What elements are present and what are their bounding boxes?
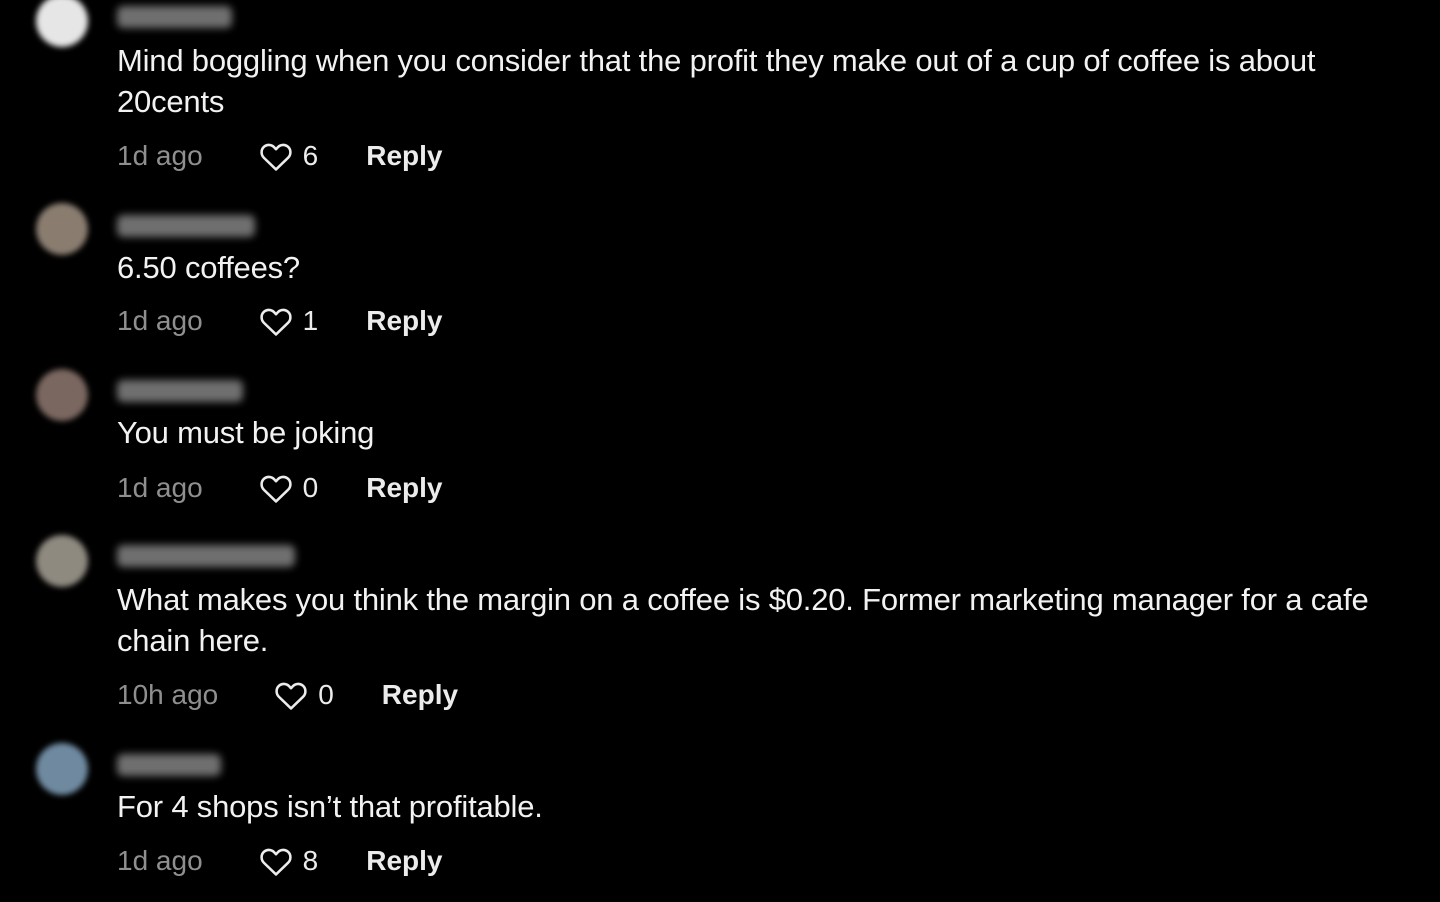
comment-timestamp: 1d ago [117, 472, 203, 503]
like-count: 6 [302, 140, 319, 171]
comment-meta: 1d ago 1 Reply [117, 304, 442, 338]
like-button[interactable]: 8 [259, 845, 319, 877]
comment-meta: 1d ago 8 Reply [117, 844, 442, 878]
avatar[interactable] [36, 743, 88, 795]
heart-outline-icon [259, 848, 292, 876]
comment-meta: 10h ago 0 Reply [117, 678, 458, 712]
username-redacted[interactable] [117, 754, 221, 776]
comment-text: You must be joking [117, 415, 375, 450]
like-count: 0 [302, 472, 319, 503]
heart-outline-icon [259, 308, 292, 336]
like-button[interactable]: 1 [259, 305, 319, 337]
username-redacted[interactable] [117, 545, 295, 567]
heart-outline-icon [259, 475, 292, 503]
reply-button[interactable]: Reply [366, 305, 442, 337]
like-count: 0 [318, 679, 334, 710]
reply-button[interactable]: Reply [366, 140, 442, 172]
avatar[interactable] [36, 203, 88, 255]
comment-meta: 1d ago 0 Reply [117, 471, 442, 505]
like-button[interactable]: 0 [274, 679, 334, 711]
comment-timestamp: 10h ago [117, 679, 219, 710]
comment-timestamp: 1d ago [117, 305, 203, 336]
like-button[interactable]: 6 [259, 140, 319, 172]
reply-button[interactable]: Reply [382, 679, 458, 711]
username-redacted[interactable] [117, 215, 255, 237]
comment-text: What makes you think the margin on a cof… [117, 582, 1369, 658]
comment-text: For 4 shops isn’t that profitable. [117, 789, 543, 824]
comment-timestamp: 1d ago [117, 845, 203, 876]
reply-button[interactable]: Reply [366, 845, 442, 877]
avatar[interactable] [36, 0, 88, 47]
like-button[interactable]: 0 [259, 472, 319, 504]
comment-meta: 1d ago 6 Reply [117, 139, 442, 173]
avatar[interactable] [36, 535, 88, 587]
comment-text: Mind boggling when you consider that the… [117, 43, 1316, 119]
comment-text: 6.50 coffees? [117, 250, 300, 285]
reply-button[interactable]: Reply [366, 472, 442, 504]
username-redacted[interactable] [117, 380, 243, 402]
avatar[interactable] [36, 369, 88, 421]
heart-outline-icon [275, 682, 307, 710]
like-count: 8 [302, 845, 319, 876]
username-redacted[interactable] [117, 6, 232, 28]
comment-timestamp: 1d ago [117, 140, 203, 171]
heart-outline-icon [259, 143, 292, 171]
like-count: 1 [302, 305, 319, 336]
